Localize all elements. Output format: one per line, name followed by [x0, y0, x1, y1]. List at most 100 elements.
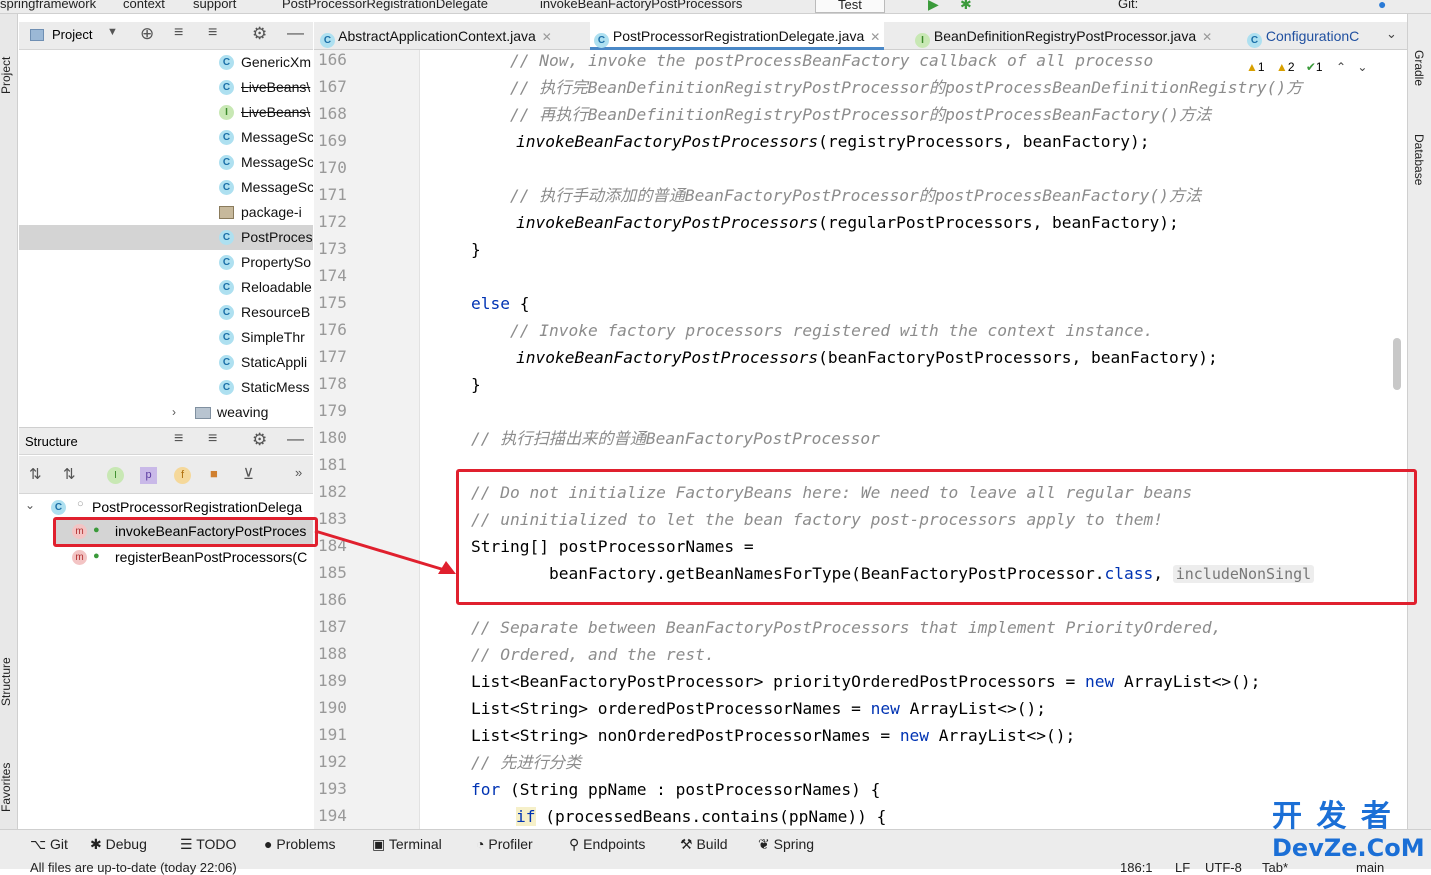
tool-spring[interactable]: ❦ Spring: [758, 836, 814, 853]
class-icon: C: [219, 305, 234, 320]
chevron-down-icon[interactable]: ⌄: [1386, 26, 1397, 42]
tool-todo[interactable]: ☰ TODO: [180, 836, 236, 853]
chevron-down-icon[interactable]: ▼: [107, 26, 118, 38]
tool-git[interactable]: ⌥ Git: [30, 836, 68, 853]
chevron-up-icon[interactable]: ⌃: [1336, 60, 1346, 74]
code-line: // 再执行BeanDefinitionRegistryPostProcesso…: [471, 105, 1212, 124]
code-line: }: [471, 240, 481, 259]
breadcrumb-method[interactable]: invokeBeanFactoryPostProcessors: [540, 0, 742, 11]
gear-icon[interactable]: ⚙: [252, 24, 267, 44]
line-number: 180: [318, 428, 347, 447]
gear-icon[interactable]: ⚙: [252, 430, 267, 450]
chevron-down-icon[interactable]: ⌄: [25, 498, 35, 512]
tree-item[interactable]: C ResourceB: [19, 300, 313, 325]
class-icon: C: [219, 230, 234, 245]
line-number: 170: [318, 158, 347, 177]
hide-icon[interactable]: —: [287, 429, 304, 449]
line-number: 188: [318, 644, 347, 663]
line-number: 171: [318, 185, 347, 204]
tab-abstract-application-context[interactable]: C AbstractApplicationContext.java ✕: [320, 22, 552, 50]
tree-item[interactable]: C MessageSc: [19, 125, 313, 150]
locate-icon[interactable]: ⊕: [140, 24, 154, 44]
info-icon[interactable]: ●: [1378, 0, 1386, 12]
line-number: 173: [318, 239, 347, 258]
weak-warning-icon: ▲: [1275, 60, 1288, 74]
line-number: 191: [318, 725, 347, 744]
debug-icon[interactable]: ✱: [960, 0, 972, 13]
lock-icon: ●: [93, 550, 100, 562]
method-icon: m: [72, 550, 87, 565]
inherited-icon[interactable]: I: [107, 467, 124, 484]
close-icon[interactable]: ✕: [870, 30, 880, 44]
chevron-down-icon[interactable]: ⌄: [1357, 60, 1367, 74]
tree-item[interactable]: C StaticMess: [19, 375, 313, 400]
tool-build[interactable]: ⚒ Build: [680, 836, 728, 853]
tool-problems[interactable]: ● Problems: [264, 836, 336, 852]
more-icon[interactable]: »: [295, 465, 302, 480]
fields-icon[interactable]: f: [174, 467, 191, 484]
line-number: 189: [318, 671, 347, 690]
code-line: // 执行完BeanDefinitionRegistryPostProcesso…: [471, 78, 1303, 97]
favorites-tool-tab[interactable]: Favorites: [0, 763, 13, 812]
inspection-widget[interactable]: ▲1 ▲2 ✔1 ⌃ ⌄: [1246, 60, 1406, 80]
sort-alpha-icon[interactable]: ⇅: [63, 465, 76, 483]
caret-position[interactable]: 186:1: [1120, 860, 1153, 875]
code-text: {: [509, 294, 530, 313]
expand-all-icon[interactable]: ≡: [174, 24, 183, 42]
breadcrumb-support[interactable]: support: [193, 0, 236, 11]
breadcrumb-class[interactable]: PostProcessorRegistrationDelegate: [282, 0, 488, 11]
gradle-tool-tab[interactable]: Gradle: [1412, 50, 1426, 86]
code-text: (registryProcessors, beanFactory);: [818, 132, 1150, 151]
tree-item[interactable]: › weaving: [19, 400, 313, 425]
tree-item[interactable]: C LiveBeans\: [19, 75, 313, 100]
tool-endpoints[interactable]: ⚲ Endpoints: [569, 836, 645, 853]
code-line: List<String> nonOrderedPostProcessorName…: [471, 722, 1075, 749]
tree-item[interactable]: C MessageSc: [19, 175, 313, 200]
tree-item[interactable]: C GenericXm: [19, 50, 313, 75]
chevron-right-icon[interactable]: ›: [172, 400, 176, 425]
tab-bean-definition-registry-post-processor[interactable]: I BeanDefinitionRegistryPostProcessor.ja…: [915, 22, 1212, 50]
tool-terminal[interactable]: ▣ Terminal: [372, 836, 442, 853]
hide-icon[interactable]: —: [287, 23, 304, 43]
sort-visibility-icon[interactable]: ⇅: [29, 465, 42, 483]
tree-item[interactable]: I LiveBeans\: [19, 100, 313, 125]
collapse-all-icon[interactable]: ≡: [208, 24, 217, 42]
structure-root-class[interactable]: PostProcessorRegistrationDelega: [92, 499, 302, 515]
tree-item[interactable]: C Reloadable: [19, 275, 313, 300]
close-icon[interactable]: ✕: [1202, 30, 1212, 44]
tree-item[interactable]: C PropertySo: [19, 250, 313, 275]
run-icon[interactable]: ▶: [928, 0, 939, 13]
editor-scrollbar[interactable]: [1393, 338, 1401, 390]
expand-all-icon[interactable]: ≡: [174, 430, 183, 448]
database-tool-tab[interactable]: Database: [1412, 134, 1426, 185]
editor-tabs: C AbstractApplicationContext.java ✕ C Pos…: [314, 22, 1407, 50]
close-icon[interactable]: ✕: [542, 30, 552, 44]
breadcrumb-context[interactable]: context: [123, 0, 165, 11]
breadcrumb-springframework[interactable]: springframework: [0, 0, 96, 11]
tool-profiler[interactable]: ◔ Profiler: [476, 836, 533, 852]
tab-configuration[interactable]: C ConfigurationC: [1247, 22, 1359, 50]
structure-tool-tab[interactable]: Structure: [0, 657, 13, 706]
tree-item[interactable]: C SimpleThr: [19, 325, 313, 350]
structure-method[interactable]: m ● registerBeanPostProcessors(C: [55, 545, 313, 571]
ok-count: 1: [1315, 60, 1323, 74]
anonymous-icon[interactable]: ⊻: [243, 465, 254, 483]
tree-item-selected[interactable]: C PostProces: [19, 225, 313, 250]
tool-debug[interactable]: ✱ Debug: [90, 836, 147, 853]
collapse-all-icon[interactable]: ≡: [208, 430, 217, 448]
properties-icon[interactable]: p: [140, 467, 157, 484]
line-separator[interactable]: LF: [1175, 860, 1190, 875]
code-editor[interactable]: // Now, invoke the postProcessBeanFactor…: [421, 50, 1407, 829]
project-tool-tab[interactable]: Project: [0, 57, 13, 94]
tab-post-processor-registration-delegate[interactable]: C PostProcessorRegistrationDelegate.java…: [590, 22, 885, 50]
class-icon: C: [219, 255, 234, 270]
tree-item[interactable]: C StaticAppli: [19, 350, 313, 375]
visibility-icon: ○: [77, 498, 84, 510]
tree-item[interactable]: C MessageSc: [19, 150, 313, 175]
file-encoding[interactable]: UTF-8: [1205, 860, 1242, 875]
run-config-select[interactable]: Test: [815, 0, 885, 13]
non-public-icon[interactable]: ■: [210, 466, 218, 481]
tree-item[interactable]: package-i: [19, 200, 313, 225]
code-line: else {: [471, 290, 529, 317]
project-view-select[interactable]: Project: [52, 27, 92, 42]
